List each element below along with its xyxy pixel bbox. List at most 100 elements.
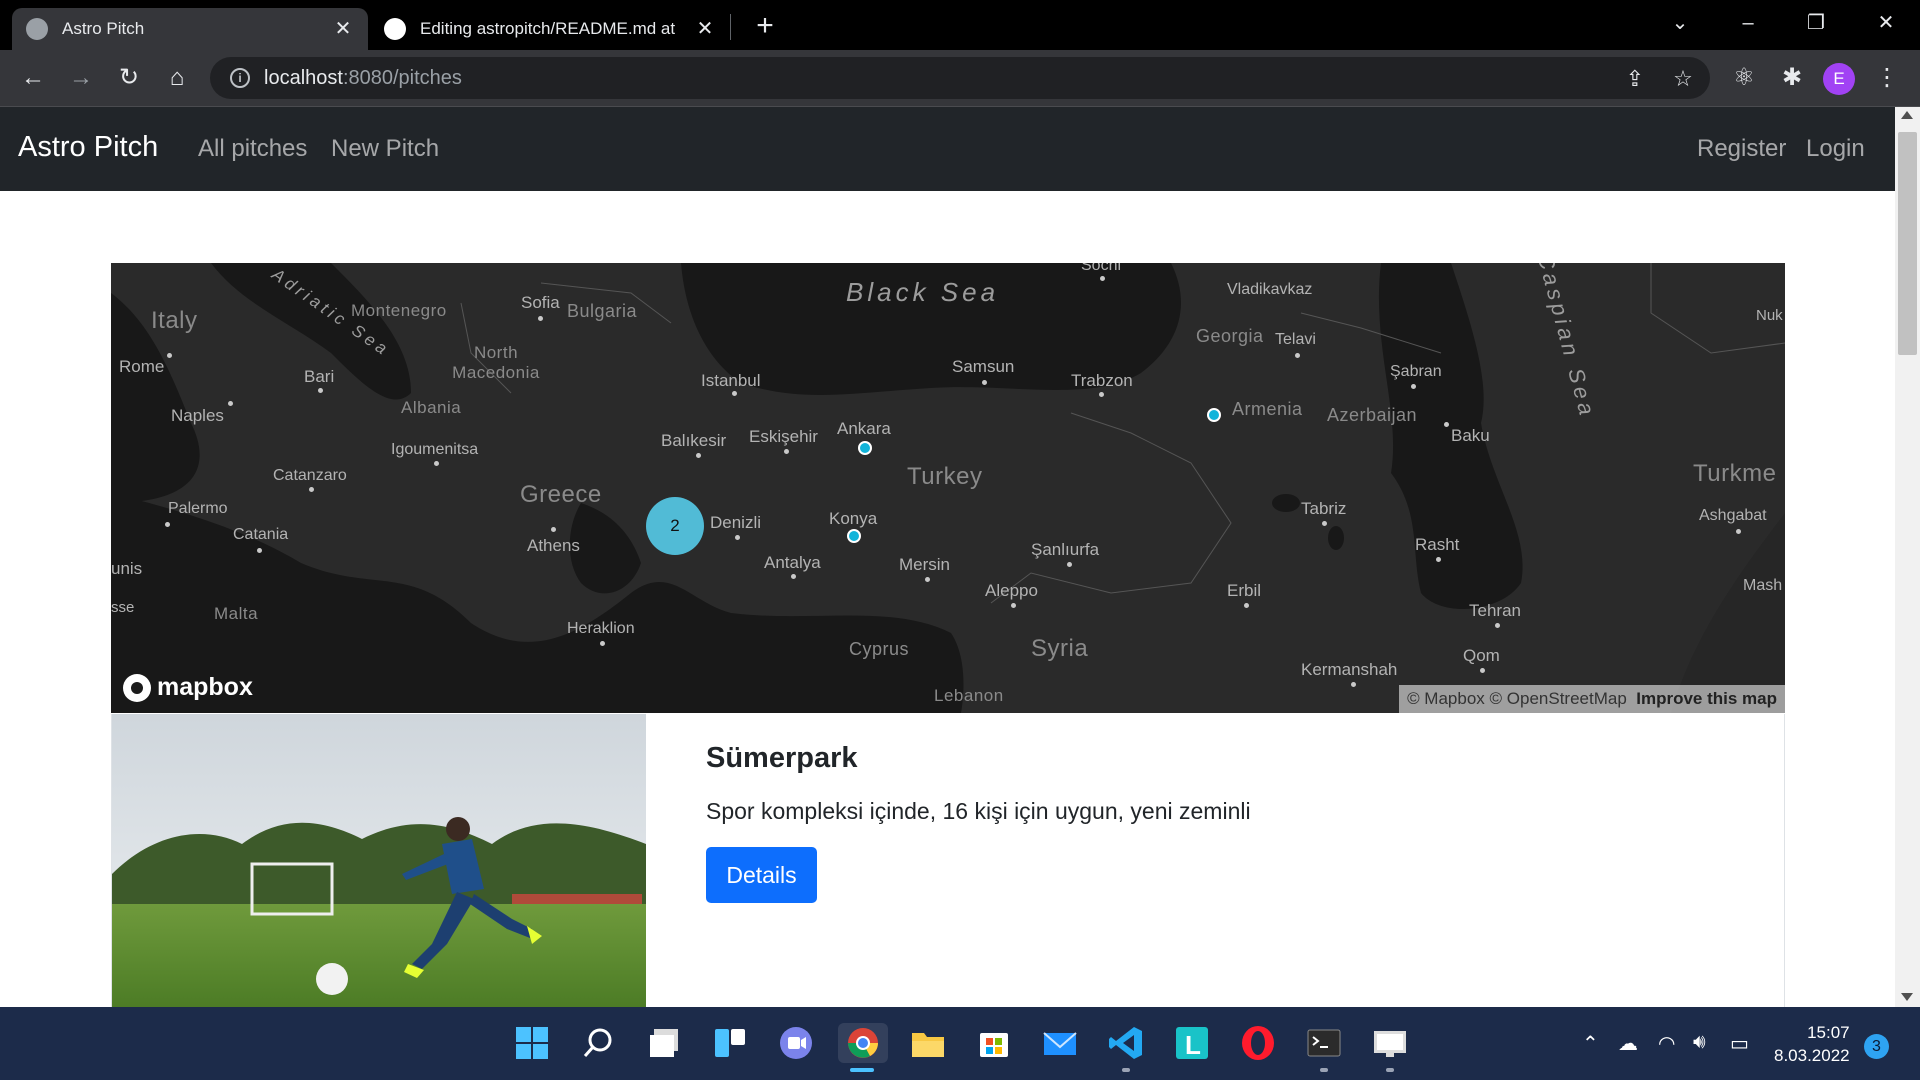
minimize-button[interactable]: – bbox=[1728, 8, 1768, 38]
running-app-indicator bbox=[1386, 1068, 1394, 1072]
map-city-baku: Baku bbox=[1451, 426, 1490, 445]
tab-search-icon[interactable]: ⌄ bbox=[1660, 8, 1700, 38]
map-city-dot bbox=[1480, 668, 1485, 673]
map-city-dot bbox=[318, 388, 323, 393]
extensions-icon[interactable]: ✱ bbox=[1777, 63, 1807, 93]
task-view-icon[interactable] bbox=[644, 1023, 684, 1063]
terminal-icon[interactable] bbox=[1304, 1023, 1344, 1063]
brand-link[interactable]: Astro Pitch bbox=[18, 131, 158, 164]
map-city-sabran: Şabran bbox=[1390, 363, 1442, 380]
map-label-turkey: Turkey bbox=[907, 463, 983, 490]
nav-login[interactable]: Login bbox=[1806, 135, 1865, 163]
forward-icon[interactable]: → bbox=[66, 63, 96, 93]
map-city-dot bbox=[167, 353, 172, 358]
close-tab-icon[interactable]: ✕ bbox=[332, 18, 354, 40]
map-city-dot bbox=[165, 522, 170, 527]
search-icon[interactable] bbox=[578, 1023, 618, 1063]
widgets-icon[interactable] bbox=[710, 1023, 750, 1063]
back-icon[interactable]: ← bbox=[18, 63, 48, 93]
notification-badge[interactable]: 3 bbox=[1864, 1034, 1889, 1059]
file-explorer-icon[interactable] bbox=[908, 1023, 948, 1063]
profile-avatar[interactable]: E bbox=[1823, 63, 1855, 95]
map-city-dot bbox=[925, 577, 930, 582]
tab-astro-pitch[interactable]: Astro Pitch ✕ bbox=[12, 8, 368, 50]
map-city-dot bbox=[228, 401, 233, 406]
site-info-icon[interactable]: i bbox=[230, 68, 250, 88]
teams-chat-icon[interactable] bbox=[776, 1023, 816, 1063]
pitch-marker[interactable] bbox=[847, 529, 861, 543]
map-city-dot bbox=[309, 487, 314, 492]
nav-register[interactable]: Register bbox=[1697, 135, 1786, 163]
taskbar-clock[interactable]: 15:07 8.03.2022 bbox=[1774, 1021, 1850, 1067]
map-city-konya: Konya bbox=[829, 509, 878, 528]
marker-cluster[interactable]: 2 bbox=[646, 497, 704, 555]
pitches-map[interactable]: Black Sea Adriatic Sea Caspian Sea Italy… bbox=[111, 263, 1785, 713]
map-city-sochi: Sochi bbox=[1081, 263, 1122, 274]
map-city-bari: Bari bbox=[304, 367, 335, 386]
map-label-greece: Greece bbox=[520, 481, 602, 508]
restore-button[interactable]: ❐ bbox=[1796, 8, 1836, 38]
mail-icon[interactable] bbox=[1040, 1023, 1080, 1063]
battery-icon[interactable]: ▭ bbox=[1730, 1031, 1749, 1056]
map-city-dot bbox=[1067, 562, 1072, 567]
react-devtools-icon[interactable]: ⚛ bbox=[1729, 63, 1759, 93]
map-city-dot bbox=[1444, 422, 1449, 427]
tab-github-readme[interactable]: Editing astropitch/README.md at ✕ bbox=[370, 8, 730, 50]
map-label-azerbaijan: Azerbaijan bbox=[1327, 405, 1418, 425]
improve-map-link[interactable]: Improve this map bbox=[1636, 689, 1777, 708]
wifi-icon[interactable]: ◠ bbox=[1658, 1031, 1675, 1056]
attribution-text[interactable]: © Mapbox © OpenStreetMap bbox=[1407, 689, 1627, 708]
microsoft-store-icon[interactable] bbox=[974, 1023, 1014, 1063]
details-button[interactable]: Details bbox=[706, 847, 817, 903]
scroll-thumb[interactable] bbox=[1898, 132, 1917, 355]
l-app-icon[interactable]: L bbox=[1172, 1023, 1212, 1063]
home-icon[interactable]: ⌂ bbox=[162, 63, 192, 93]
map-city-mashhad-partial: Mash bbox=[1743, 577, 1783, 594]
map-label-lebanon: Lebanon bbox=[934, 686, 1004, 705]
map-label-italy: Italy bbox=[151, 307, 198, 334]
map-city-eskisehir: Eskişehir bbox=[749, 427, 818, 446]
nav-new-pitch[interactable]: New Pitch bbox=[331, 135, 439, 163]
tray-overflow-chevron-icon[interactable]: ⌃ bbox=[1582, 1031, 1599, 1056]
onedrive-cloud-icon[interactable]: ☁ bbox=[1618, 1031, 1638, 1056]
chrome-taskbar-icon[interactable] bbox=[838, 1023, 888, 1063]
mapbox-icon bbox=[123, 673, 151, 702]
map-city-mersin: Mersin bbox=[899, 555, 951, 574]
globe-icon bbox=[26, 18, 48, 40]
windows-start-icon[interactable] bbox=[512, 1023, 552, 1063]
address-bar[interactable]: i localhost:8080/pitches ⇪ ☆ bbox=[210, 57, 1710, 99]
scroll-up-arrow-icon[interactable] bbox=[1901, 111, 1913, 119]
running-app-indicator bbox=[1320, 1068, 1328, 1072]
map-city-antalya: Antalya bbox=[764, 553, 821, 572]
vscode-icon[interactable] bbox=[1106, 1023, 1146, 1063]
menu-icon[interactable]: ⋮ bbox=[1872, 63, 1902, 93]
mapbox-logo[interactable]: mapbox bbox=[123, 673, 253, 702]
scroll-down-arrow-icon[interactable] bbox=[1901, 993, 1913, 1001]
share-icon[interactable]: ⇪ bbox=[1622, 66, 1648, 92]
map-city-dot bbox=[696, 453, 701, 458]
map-label-georgia: Georgia bbox=[1196, 326, 1264, 346]
pitch-marker[interactable] bbox=[858, 441, 872, 455]
map-city-catania: Catania bbox=[233, 526, 289, 543]
new-tab-button[interactable]: + bbox=[750, 11, 780, 42]
url-host: localhost bbox=[264, 66, 343, 89]
close-window-button[interactable]: ✕ bbox=[1866, 8, 1906, 38]
map-label-montenegro: Montenegro bbox=[351, 301, 447, 320]
map-city-dot bbox=[257, 548, 262, 553]
map-city-dot bbox=[1099, 392, 1104, 397]
tab-title: Astro Pitch bbox=[62, 19, 145, 38]
map-city-sofia: Sofia bbox=[521, 293, 560, 312]
page-scrollbar[interactable] bbox=[1895, 107, 1920, 1007]
map-city-dot bbox=[1011, 603, 1016, 608]
pitch-marker[interactable] bbox=[1207, 408, 1221, 422]
close-tab-icon[interactable]: ✕ bbox=[694, 18, 716, 40]
mapbox-wordmark: mapbox bbox=[157, 673, 253, 701]
nav-all-pitches[interactable]: All pitches bbox=[198, 135, 307, 163]
volume-icon[interactable]: 🔊︎ bbox=[1693, 1031, 1706, 1054]
remote-desktop-icon[interactable] bbox=[1370, 1023, 1410, 1063]
opera-icon[interactable] bbox=[1238, 1023, 1278, 1063]
map-city-dot bbox=[1495, 623, 1500, 628]
bookmark-star-icon[interactable]: ☆ bbox=[1670, 66, 1696, 92]
reload-icon[interactable]: ↻ bbox=[114, 63, 144, 93]
site-navbar: Astro Pitch All pitches New Pitch Regist… bbox=[0, 107, 1895, 191]
